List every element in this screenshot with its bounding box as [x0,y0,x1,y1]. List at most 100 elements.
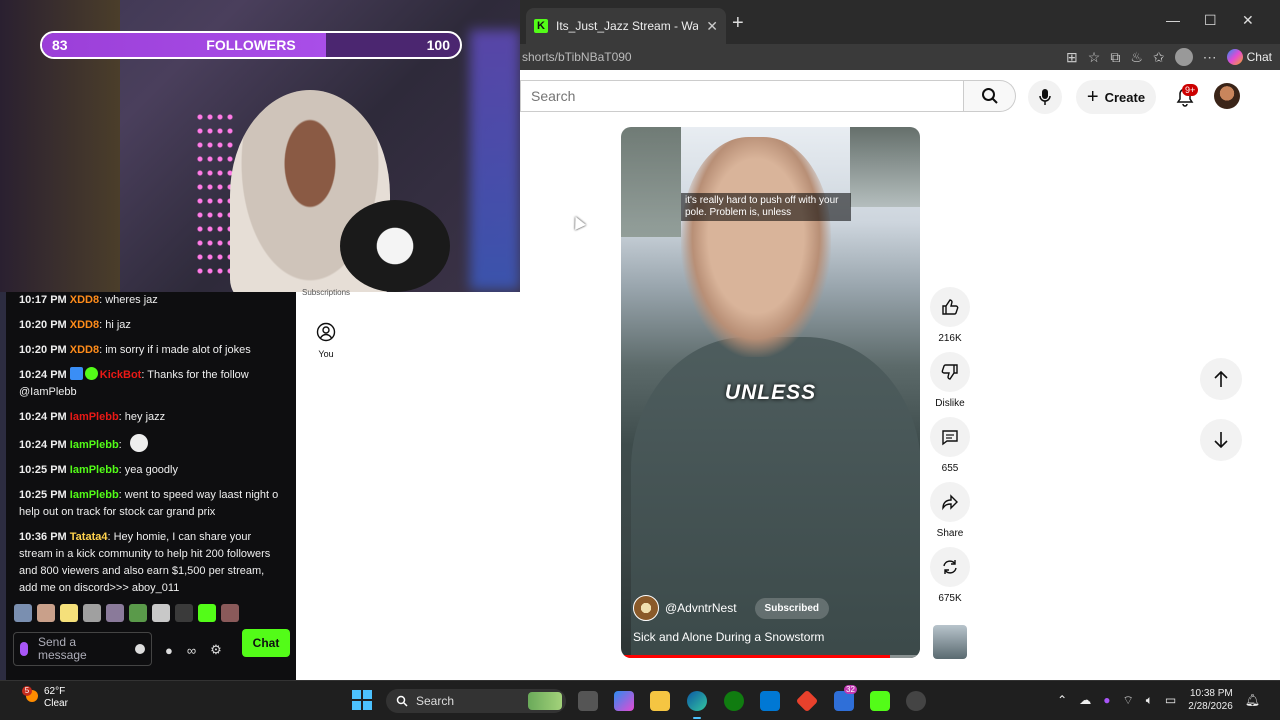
youtube-search-input[interactable] [521,88,963,104]
favorites-icon[interactable]: ✩ [1153,49,1165,66]
chat-timestamp: 10:24 PM [19,369,67,381]
remix-button[interactable] [930,547,970,587]
chat-username[interactable]: IamPlebb [70,411,119,423]
maximize-icon[interactable]: ☐ [1204,12,1217,29]
sidebar-item-you[interactable]: You [314,322,338,359]
emote-button[interactable] [106,604,124,622]
chat-username[interactable]: IamPlebb [70,439,119,451]
create-button[interactable]: + Create [1076,80,1156,114]
recent-emotes[interactable] [14,604,239,622]
mic-icon[interactable] [20,642,28,656]
arrow-down-icon [1214,432,1228,449]
emote-button[interactable] [60,604,78,622]
chat-username[interactable]: IamPlebb [70,489,119,501]
search-button[interactable] [964,80,1016,112]
remix-action: 675K [928,547,972,604]
video-person-face [681,137,831,357]
share-button[interactable] [930,482,970,522]
volume-icon[interactable]: 🔈︎ [1146,693,1153,708]
previous-short-button[interactable] [1200,358,1242,400]
more-icon[interactable]: ⋯ [1203,49,1217,66]
youtube-account-avatar[interactable] [1214,83,1240,109]
like-button[interactable] [930,287,970,327]
emote-button[interactable] [14,604,32,622]
next-short-button[interactable] [1200,419,1242,461]
file-explorer-icon[interactable] [650,691,670,711]
dislike-label: Dislike [935,398,965,409]
create-label: Create [1104,89,1146,105]
voice-search-button[interactable] [1028,80,1062,114]
emoji-icon[interactable] [135,644,145,654]
start-button[interactable] [352,690,372,710]
teams-icon[interactable]: 32 [834,685,857,711]
red-app-icon[interactable] [795,689,819,713]
chat-timestamp: 10:17 PM [19,294,67,306]
settings-app-icon[interactable] [906,691,926,711]
emote-button[interactable] [221,604,239,622]
minimize-icon[interactable]: — [1166,12,1180,28]
subscribed-button[interactable]: Subscribed [754,597,830,619]
taskbar-search[interactable]: Search [386,689,566,713]
chat-message-input[interactable]: Send a message [13,632,152,666]
youtube-search-box[interactable] [520,80,964,112]
chat-timestamp: 10:20 PM [19,344,67,356]
extensions-icon[interactable]: ⧉ [1110,49,1120,66]
comments-button[interactable] [930,417,970,457]
battery-icon[interactable]: ▭ [1165,693,1176,707]
emote-button[interactable] [198,604,216,622]
video-overlay-text: UNLESS [724,381,817,404]
chat-username[interactable]: XDD8 [70,319,99,331]
performance-icon[interactable]: ♨ [1130,49,1143,66]
emote-button[interactable] [175,604,193,622]
task-view-icon[interactable] [578,691,598,711]
sidebar-subscriptions-cut[interactable]: Subscriptions [302,288,350,297]
close-tab-icon[interactable]: ✕ [706,18,718,35]
users-icon[interactable]: ● [165,643,173,658]
chat-username[interactable]: IamPlebb [70,464,119,476]
emote-button[interactable] [37,604,55,622]
infinity-icon[interactable]: ∞ [187,643,196,658]
copilot-app-icon[interactable] [614,691,634,711]
comments-count: 655 [941,463,959,474]
mic-tray-icon[interactable]: ● [1103,693,1110,707]
edge-browser-icon[interactable] [687,691,707,719]
dislike-button[interactable] [930,352,970,392]
video-title[interactable]: Sick and Alone During a Snowstorm [633,630,824,644]
short-video-player[interactable]: it's really hard to push off with your p… [621,127,920,658]
chat-username[interactable]: KickBot [100,369,142,381]
sound-thumbnail[interactable] [933,625,967,659]
gear-icon[interactable]: ⚙ [210,642,222,658]
emote-button[interactable] [129,604,147,622]
channel-avatar[interactable] [633,595,659,621]
wifi-icon[interactable]: ⌔ [1122,693,1133,708]
onedrive-icon[interactable]: ☁ [1079,693,1091,707]
clock[interactable]: 10:38 PM 2/28/2026 [1188,687,1233,713]
close-window-icon[interactable]: ✕ [1242,12,1254,29]
url-text[interactable]: shorts/bTibNBaT090 [520,50,632,64]
emote-button[interactable] [152,604,170,622]
store-icon[interactable] [760,691,780,711]
favorite-star-icon[interactable]: ☆ [1088,49,1101,66]
weather-widget[interactable]: 5 62°F Clear [22,686,68,710]
chevron-up-icon[interactable]: ⌃ [1057,693,1067,707]
chat-username[interactable]: XDD8 [70,294,99,306]
chat-send-button[interactable]: Chat [242,629,290,657]
video-progress-bar[interactable] [621,655,920,658]
emote-button[interactable] [83,604,101,622]
chat-username[interactable]: XDD8 [70,344,99,356]
channel-name[interactable]: @AdvntrNest [665,601,737,615]
profile-icon[interactable] [1174,48,1193,66]
chat-message-list[interactable]: 10:17 PM XDD8: wheres jaz 10:20 PM XDD8: … [19,292,281,605]
address-bar[interactable]: shorts/bTibNBaT090 ⊞ ☆ ⧉ ♨ ✩ ⋯ Chat [520,44,1280,70]
new-tab-icon[interactable]: + [732,12,744,35]
notification-bell-icon[interactable]: 🔔︎ [1245,693,1260,707]
copilot-chat-button[interactable]: Chat [1226,49,1272,65]
tab-bar: K Its_Just_Jazz Stream - Watch Live o ✕ … [520,0,1280,44]
bot-badge-icon [69,367,83,380]
apps-icon[interactable]: ⊞ [1066,49,1078,66]
minecraft-icon[interactable] [870,691,890,711]
chat-username[interactable]: Tatata4 [70,531,108,543]
tab-kick-stream[interactable]: K Its_Just_Jazz Stream - Watch Live o ✕ [526,8,726,44]
copilot-icon [1226,49,1243,65]
xbox-icon[interactable] [724,691,744,711]
